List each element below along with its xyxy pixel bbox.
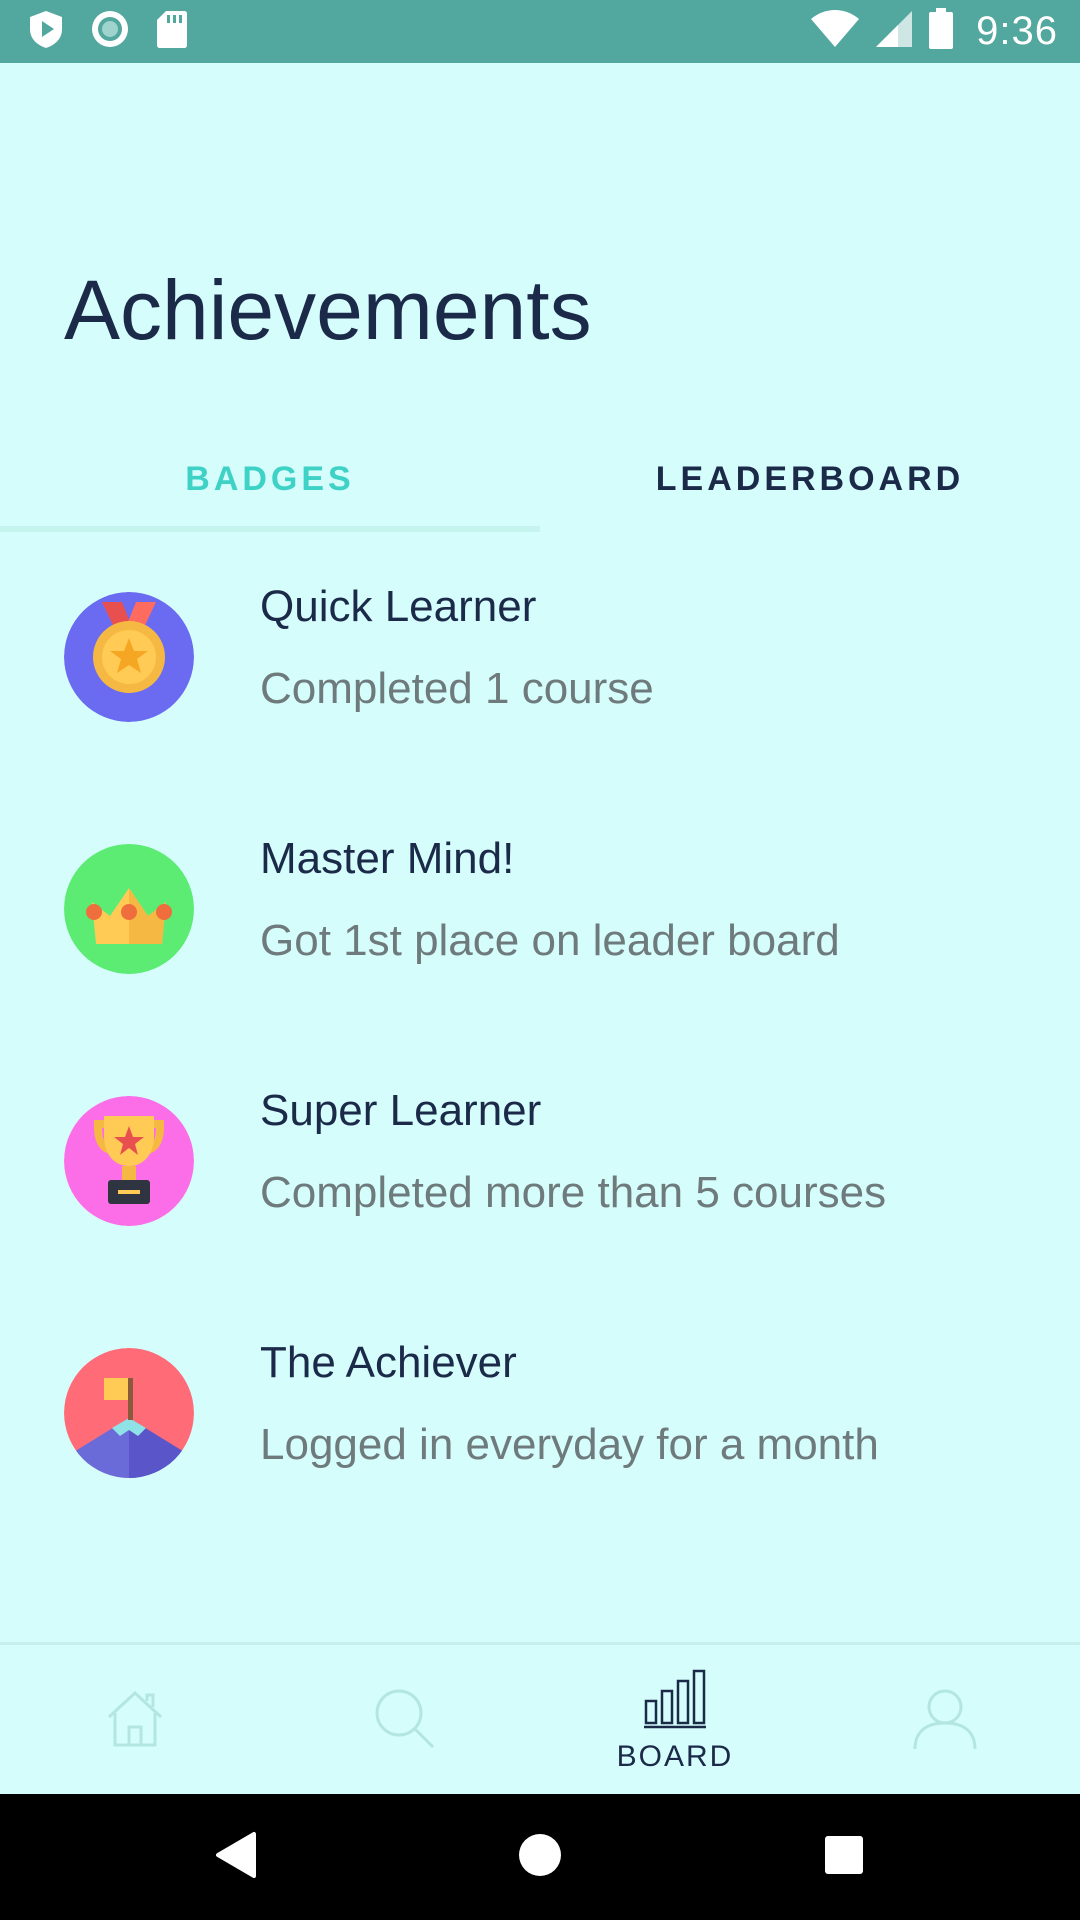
- flag-mountain-icon: [64, 1348, 194, 1478]
- badge-description: Completed more than 5 courses: [260, 1168, 887, 1217]
- status-time: 9:36: [976, 8, 1058, 53]
- badge-item-master-mind[interactable]: Master Mind! Got 1st place on leader boa…: [0, 812, 1080, 1012]
- home-circle-icon: [518, 1833, 562, 1882]
- badge-title: Master Mind!: [260, 834, 515, 883]
- back-triangle-icon: [214, 1830, 258, 1885]
- tab-bar: BADGES LEADERBOARD: [0, 428, 1080, 532]
- trophy-icon: [64, 1096, 194, 1226]
- shield-play-icon: [28, 9, 64, 54]
- recents-square-icon: [824, 1835, 864, 1880]
- bottom-nav: BOARD: [0, 1642, 1080, 1794]
- badge-title: Super Learner: [260, 1086, 542, 1135]
- recents-button[interactable]: [784, 1794, 904, 1920]
- status-left-icons: [28, 10, 188, 52]
- nav-home[interactable]: [0, 1645, 270, 1797]
- badge-item-the-achiever[interactable]: The Achiever Logged in everyday for a mo…: [0, 1316, 1080, 1516]
- user-icon: [913, 1687, 977, 1756]
- tab-badges[interactable]: BADGES: [0, 428, 540, 530]
- home-icon: [103, 1687, 167, 1756]
- badge-item-super-learner[interactable]: Super Learner Completed more than 5 cour…: [0, 1064, 1080, 1264]
- nav-board[interactable]: BOARD: [540, 1645, 810, 1797]
- badge-item-quick-learner[interactable]: Quick Learner Completed 1 course: [0, 560, 1080, 760]
- tab-leaderboard[interactable]: LEADERBOARD: [540, 428, 1080, 530]
- record-icon: [90, 9, 130, 54]
- nav-label-board: BOARD: [616, 1739, 734, 1773]
- medal-icon: [64, 592, 194, 722]
- search-icon: [373, 1687, 437, 1756]
- page-title: Achievements: [64, 263, 592, 357]
- badge-title: Quick Learner: [260, 582, 537, 631]
- status-bar: 9:36: [0, 0, 1080, 63]
- badge-description: Got 1st place on leader board: [260, 916, 840, 965]
- tab-indicator: [0, 526, 540, 532]
- crown-icon: [64, 844, 194, 974]
- bar-chart-icon: [643, 1669, 707, 1734]
- back-button[interactable]: [176, 1794, 296, 1920]
- wifi-icon: [810, 9, 860, 54]
- badge-description: Logged in everyday for a month: [260, 1420, 879, 1469]
- status-right-icons: 9:36: [810, 6, 1058, 56]
- badge-description: Completed 1 course: [260, 664, 654, 713]
- nav-profile[interactable]: [810, 1645, 1080, 1797]
- sd-card-icon: [156, 9, 188, 54]
- system-nav-bar: [0, 1794, 1080, 1920]
- cell-signal-icon: [874, 9, 914, 54]
- nav-search[interactable]: [270, 1645, 540, 1797]
- badge-title: The Achiever: [260, 1338, 517, 1387]
- battery-icon: [928, 7, 954, 55]
- home-button[interactable]: [480, 1794, 600, 1920]
